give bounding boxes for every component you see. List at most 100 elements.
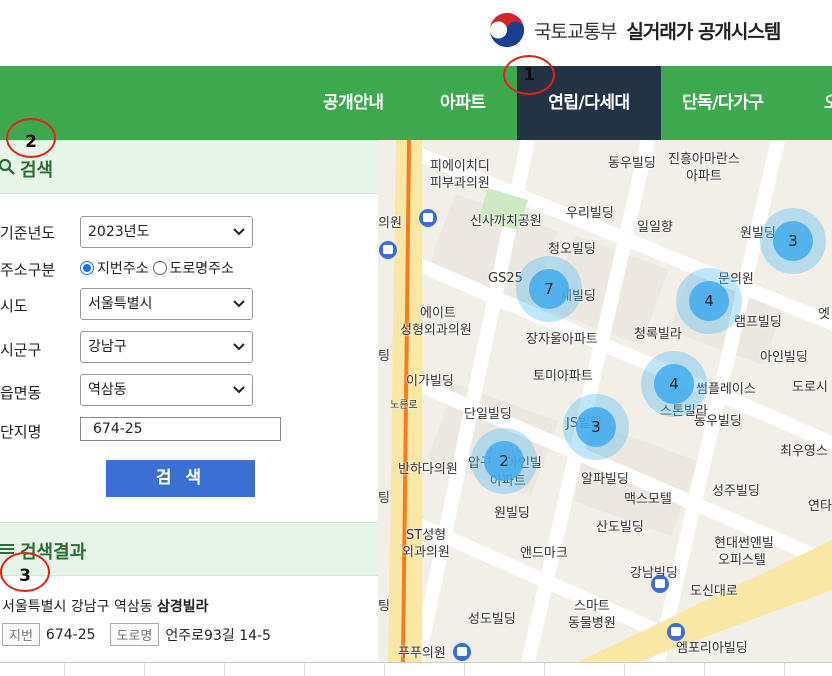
map-label: 푸푸의원 — [398, 646, 446, 661]
system-title: 실거래가 공개시스템 — [626, 20, 781, 43]
search-icon — [0, 158, 15, 175]
road-address-radio[interactable] — [152, 261, 167, 275]
site-brand[interactable]: 국토교통부 실거래가 공개시스템 — [488, 10, 781, 50]
year-value: 2023년도 — [88, 224, 150, 240]
nav-item-guide[interactable]: 공개안내 — [323, 66, 384, 140]
bus-stop-icon[interactable] — [650, 574, 670, 594]
sido-label: 시도 — [0, 297, 28, 315]
map-label: 외과의원 — [402, 545, 450, 560]
map-label: 토미아파트 — [533, 369, 593, 384]
result-building-name: 삼경빌라 — [157, 599, 209, 615]
map-cluster[interactable]: 4 — [676, 268, 742, 334]
year-select[interactable]: 2023년도 — [80, 216, 253, 248]
dong-label: 읍면동 — [0, 384, 42, 402]
map-label: 오피스텔 — [718, 553, 766, 568]
map-label: 산도빌딩 — [596, 520, 644, 535]
map-label: 단일빌딩 — [464, 407, 512, 422]
map-label: 팅 — [378, 599, 390, 614]
result-address: 서울특별시 강남구 역삼동 — [2, 599, 153, 615]
search-section-header: 검색 — [0, 140, 378, 194]
lot-address-radio[interactable] — [80, 261, 94, 275]
map-label: 우리빌딩 — [566, 206, 614, 221]
map-label: 일일향 — [637, 220, 673, 235]
map-label: 반하다의원 — [398, 462, 458, 477]
map-label: 아인빌딩 — [760, 350, 808, 365]
sigungu-label: 시군구 — [0, 341, 42, 359]
annotation-marker-1: 1 — [503, 55, 555, 95]
map-label: 장자울아파트 — [526, 332, 598, 347]
bus-stop-icon[interactable] — [666, 622, 686, 642]
bus-stop-icon[interactable] — [378, 240, 398, 260]
bus-stop-icon[interactable] — [452, 642, 472, 662]
road-tag: 도로명 — [109, 623, 160, 646]
search-section-title: 검색 — [20, 160, 54, 181]
bus-stop-icon[interactable] — [418, 208, 438, 228]
nav-item-apartment[interactable]: 아파트 — [440, 66, 486, 140]
chevron-down-icon — [233, 228, 245, 236]
nav-item-more[interactable]: 오 — [824, 66, 832, 140]
annotation-marker-3: 3 — [0, 552, 50, 592]
map-cluster[interactable]: 3 — [760, 208, 826, 274]
nav-item-detached[interactable]: 단독/다가구 — [682, 66, 764, 140]
map-cluster[interactable]: 2 — [471, 428, 537, 494]
map-label: 도로시 — [792, 380, 828, 395]
map-label: 이가빌딩 — [406, 374, 454, 389]
sigungu-value: 강남구 — [88, 339, 127, 355]
map-label: 의원 — [378, 216, 402, 231]
map-label: 도신대로 — [690, 584, 738, 599]
government-logo-icon — [489, 12, 525, 48]
map-label: 팅 — [378, 349, 390, 364]
map-label: 성형외과의원 — [400, 323, 472, 338]
address-type-label: 주소구분 — [0, 261, 56, 279]
result-item[interactable]: 서울특별시 강남구 역삼동 삼경빌라 — [2, 596, 209, 616]
cluster-count: 7 — [529, 269, 569, 309]
cluster-count: 2 — [484, 441, 524, 481]
results-table-edge — [0, 662, 832, 676]
map-label: 앤드마크 — [520, 546, 568, 561]
map-label: 성주빌딩 — [712, 484, 760, 499]
chevron-down-icon — [233, 300, 245, 308]
cluster-count: 3 — [773, 221, 813, 261]
map-label: 맥스모텔 — [624, 492, 672, 507]
chevron-down-icon — [233, 386, 245, 394]
complex-label: 단지명 — [0, 423, 42, 441]
map-label: 램프빌딩 — [734, 315, 782, 330]
cluster-count: 3 — [576, 407, 616, 447]
map-label: 동우빌딩 — [694, 414, 742, 429]
address-type-radios: 지번주소 도로명주소 — [80, 258, 234, 278]
year-label: 기준년도 — [0, 224, 56, 242]
map-view[interactable]: 피에이치디 피부과의원 동우빌딩 진흥아마란스 아파트 신사까치공원 우리빌딩 … — [378, 140, 832, 662]
map-road-label: 노른로 — [390, 400, 418, 411]
search-panel: 검색 기준년도 2023년도 주소구분 지번주소 도로명주소 시도 서울특별시 … — [0, 140, 378, 676]
lot-value: 674-25 — [45, 626, 96, 643]
map-label: 원빌딩 — [494, 506, 530, 521]
sido-select[interactable]: 서울특별시 — [80, 288, 253, 320]
cluster-count: 4 — [689, 281, 729, 321]
road-value: 언주로93길 14-5 — [165, 627, 271, 644]
map-label: 팅 — [378, 491, 390, 506]
lot-tag: 지번 — [2, 623, 40, 646]
road-address-label[interactable]: 도로명주소 — [170, 258, 234, 278]
page: 국토교통부 실거래가 공개시스템 공개안내 아파트 연립/다세대 단독/다가구 … — [0, 0, 832, 676]
lot-address-label[interactable]: 지번주소 — [97, 258, 149, 278]
map-label: 최우영스 — [780, 444, 828, 459]
map-label: 성도빌딩 — [468, 612, 516, 627]
complex-name-input[interactable]: 674-25 — [80, 417, 281, 441]
map-cluster[interactable]: 4 — [641, 351, 707, 417]
map-label: 연타 — [808, 499, 832, 514]
map-label: 동물병원 — [568, 616, 616, 631]
annotation-marker-2: 2 — [6, 118, 56, 158]
map-label: 동우빌딩 — [608, 156, 656, 171]
map-cluster[interactable]: 7 — [516, 256, 582, 322]
ministry-name: 국토교통부 — [534, 20, 617, 43]
sigungu-select[interactable]: 강남구 — [80, 331, 253, 363]
map-cluster[interactable]: 3 — [563, 394, 629, 460]
dong-select[interactable]: 역삼동 — [80, 374, 253, 406]
result-item-details: 지번 674-25 도로명 언주로93길 14-5 — [2, 623, 271, 646]
cluster-count: 4 — [654, 364, 694, 404]
map-label: 아파트 — [686, 169, 722, 184]
search-button[interactable]: 검 색 — [106, 460, 255, 497]
map-label: 청록빌라 — [634, 327, 682, 342]
map-label: 신사까치공원 — [470, 214, 542, 229]
results-section-header: 검색결과 — [0, 522, 378, 576]
